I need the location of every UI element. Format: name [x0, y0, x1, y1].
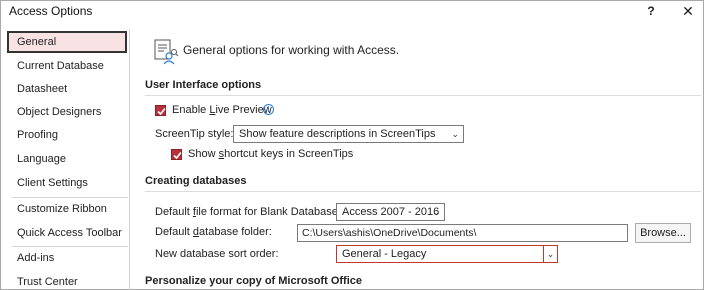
access-options-dialog: Access Options ? ✕ General Current Datab… — [0, 0, 704, 290]
sidebar-item-current-database[interactable]: Current Database — [7, 55, 127, 77]
default-file-format-label: Default file format for Blank Database: — [155, 206, 341, 218]
screentip-style-dropdown[interactable]: Show feature descriptions in ScreenTips … — [233, 125, 464, 143]
show-shortcut-keys-label: Show shortcut keys in ScreenTips — [188, 148, 354, 160]
enable-live-preview-checkbox[interactable] — [155, 105, 166, 116]
default-database-folder-field[interactable]: C:\Users\ashis\OneDrive\Documents\ — [297, 224, 628, 242]
browse-button[interactable]: Browse... — [635, 223, 691, 243]
chevron-down-icon: ⌄ — [451, 129, 459, 139]
section-title-ui-options: User Interface options — [145, 79, 262, 91]
sidebar-item-proofing[interactable]: Proofing — [7, 124, 127, 146]
close-button[interactable]: ✕ — [679, 2, 697, 20]
checkmark-icon — [173, 151, 182, 160]
section-divider — [145, 95, 701, 96]
title-bar: Access Options ? ✕ — [1, 1, 703, 23]
screentip-style-label: ScreenTip style: — [155, 128, 234, 140]
enable-live-preview-label: Enable Live Preview — [172, 104, 272, 116]
new-database-sort-order-dropdown[interactable]: General - Legacy ⌄ — [336, 245, 558, 263]
general-options-icon — [154, 39, 179, 65]
sidebar-item-quick-access-toolbar[interactable]: Quick Access Toolbar — [7, 222, 127, 244]
sidebar-item-client-settings[interactable]: Client Settings — [7, 172, 127, 194]
info-icon[interactable]: i — [263, 104, 274, 115]
section-title-creating-databases: Creating databases — [145, 175, 247, 187]
section-title-personalize: Personalize your copy of Microsoft Offic… — [145, 275, 362, 287]
default-database-folder-label: Default database folder: — [155, 226, 272, 238]
chevron-down-icon: ⌄ — [432, 207, 440, 217]
options-sidebar: General Current Database Datasheet Objec… — [4, 29, 130, 290]
sidebar-item-customize-ribbon[interactable]: Customize Ribbon — [7, 198, 127, 220]
window-title: Access Options — [9, 4, 93, 18]
new-database-sort-order-label: New database sort order: — [155, 248, 279, 260]
sidebar-item-language[interactable]: Language — [7, 148, 127, 170]
section-divider — [145, 191, 701, 192]
sidebar-item-object-designers[interactable]: Object Designers — [7, 101, 127, 123]
checkmark-icon — [157, 107, 166, 116]
new-database-sort-order-value: General - Legacy — [342, 248, 427, 260]
sidebar-item-trust-center[interactable]: Trust Center — [7, 271, 127, 290]
default-file-format-value: Access 2007 - 2016 — [342, 206, 440, 218]
screentip-style-value: Show feature descriptions in ScreenTips — [239, 128, 436, 140]
show-shortcut-keys-checkbox[interactable] — [171, 149, 182, 160]
sidebar-item-general[interactable]: General — [7, 31, 127, 53]
general-options-panel: General options for working with Access.… — [133, 29, 703, 290]
help-button[interactable]: ? — [643, 2, 659, 20]
sidebar-item-datasheet[interactable]: Datasheet — [7, 78, 127, 100]
default-file-format-dropdown[interactable]: Access 2007 - 2016 ⌄ — [336, 203, 445, 221]
page-header-text: General options for working with Access. — [183, 43, 400, 57]
chevron-down-icon: ⌄ — [543, 246, 557, 262]
sidebar-item-add-ins[interactable]: Add-ins — [7, 247, 127, 269]
